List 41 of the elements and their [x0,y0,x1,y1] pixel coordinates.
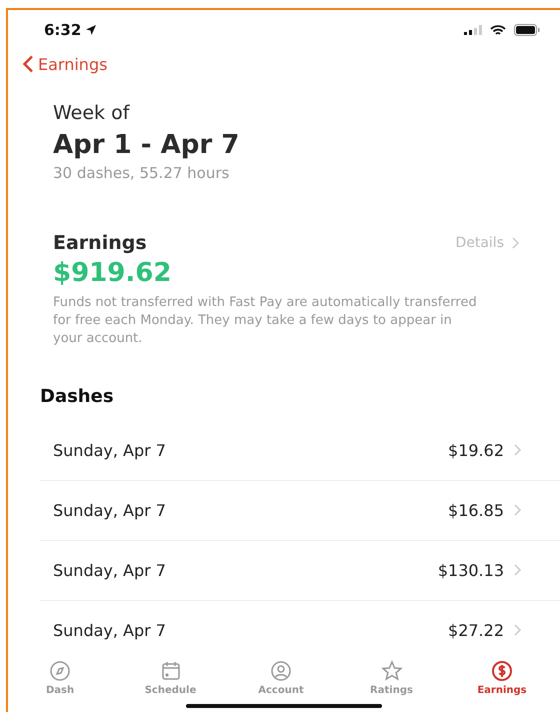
dash-row[interactable]: Sunday, Apr 7 $130.13 [40,540,560,600]
back-link[interactable]: Earnings [8,40,108,74]
earnings-amount: $919.62 [53,258,172,288]
chevron-icon [514,624,522,636]
chevron-icon [512,236,520,249]
clock-time: 6:32 [44,21,98,40]
week-summary: 30 dashes, 55.27 hours [53,164,230,182]
signal-icon [464,25,482,36]
dash-date: Sunday, Apr 7 [53,500,166,520]
tab-item[interactable]: Account [241,660,321,696]
user-icon [270,660,292,682]
chevron-icon [514,504,522,516]
tab-item[interactable]: Earnings [462,660,542,696]
transfer-note: Funds not transferred with Fast Pay are automatically transferred for free each Monday. They may take a few days to appear in your account. [53,294,478,348]
star-icon [380,660,402,682]
compass-icon [49,660,71,682]
chevron-icon [514,564,522,576]
calendar-icon [160,660,182,682]
wifi-icon [490,24,506,36]
week-label: Week of [53,102,131,124]
tab-item[interactable]: Dash [20,660,100,696]
dash-row[interactable]: Sunday, Apr 7 $27.22 [40,600,560,660]
dash-row[interactable]: Sunday, Apr 7 $16.85 [40,480,560,540]
location-arrow-icon [85,24,98,36]
dash-amount: $130.13 [438,560,504,580]
tab-item[interactable]: Schedule [130,660,210,696]
chevron-left-icon [22,55,34,74]
tab-item[interactable]: Ratings [352,660,432,696]
earnings-title: Earnings [53,232,147,254]
dash-amount: $16.85 [448,500,504,520]
dollar-icon [491,660,513,682]
dash-amount: $19.62 [448,440,504,460]
battery-icon [514,24,540,36]
dash-date: Sunday, Apr 7 [53,560,166,580]
dash-amount: $27.22 [448,620,504,640]
chevron-icon [514,444,522,456]
dash-date: Sunday, Apr 7 [53,440,166,460]
dashes-title: Dashes [39,384,115,407]
dash-row[interactable]: Sunday, Apr 7 $19.62 [40,420,560,480]
week-range: Apr 1 - Apr 7 [53,130,240,160]
dash-date: Sunday, Apr 7 [53,620,166,640]
